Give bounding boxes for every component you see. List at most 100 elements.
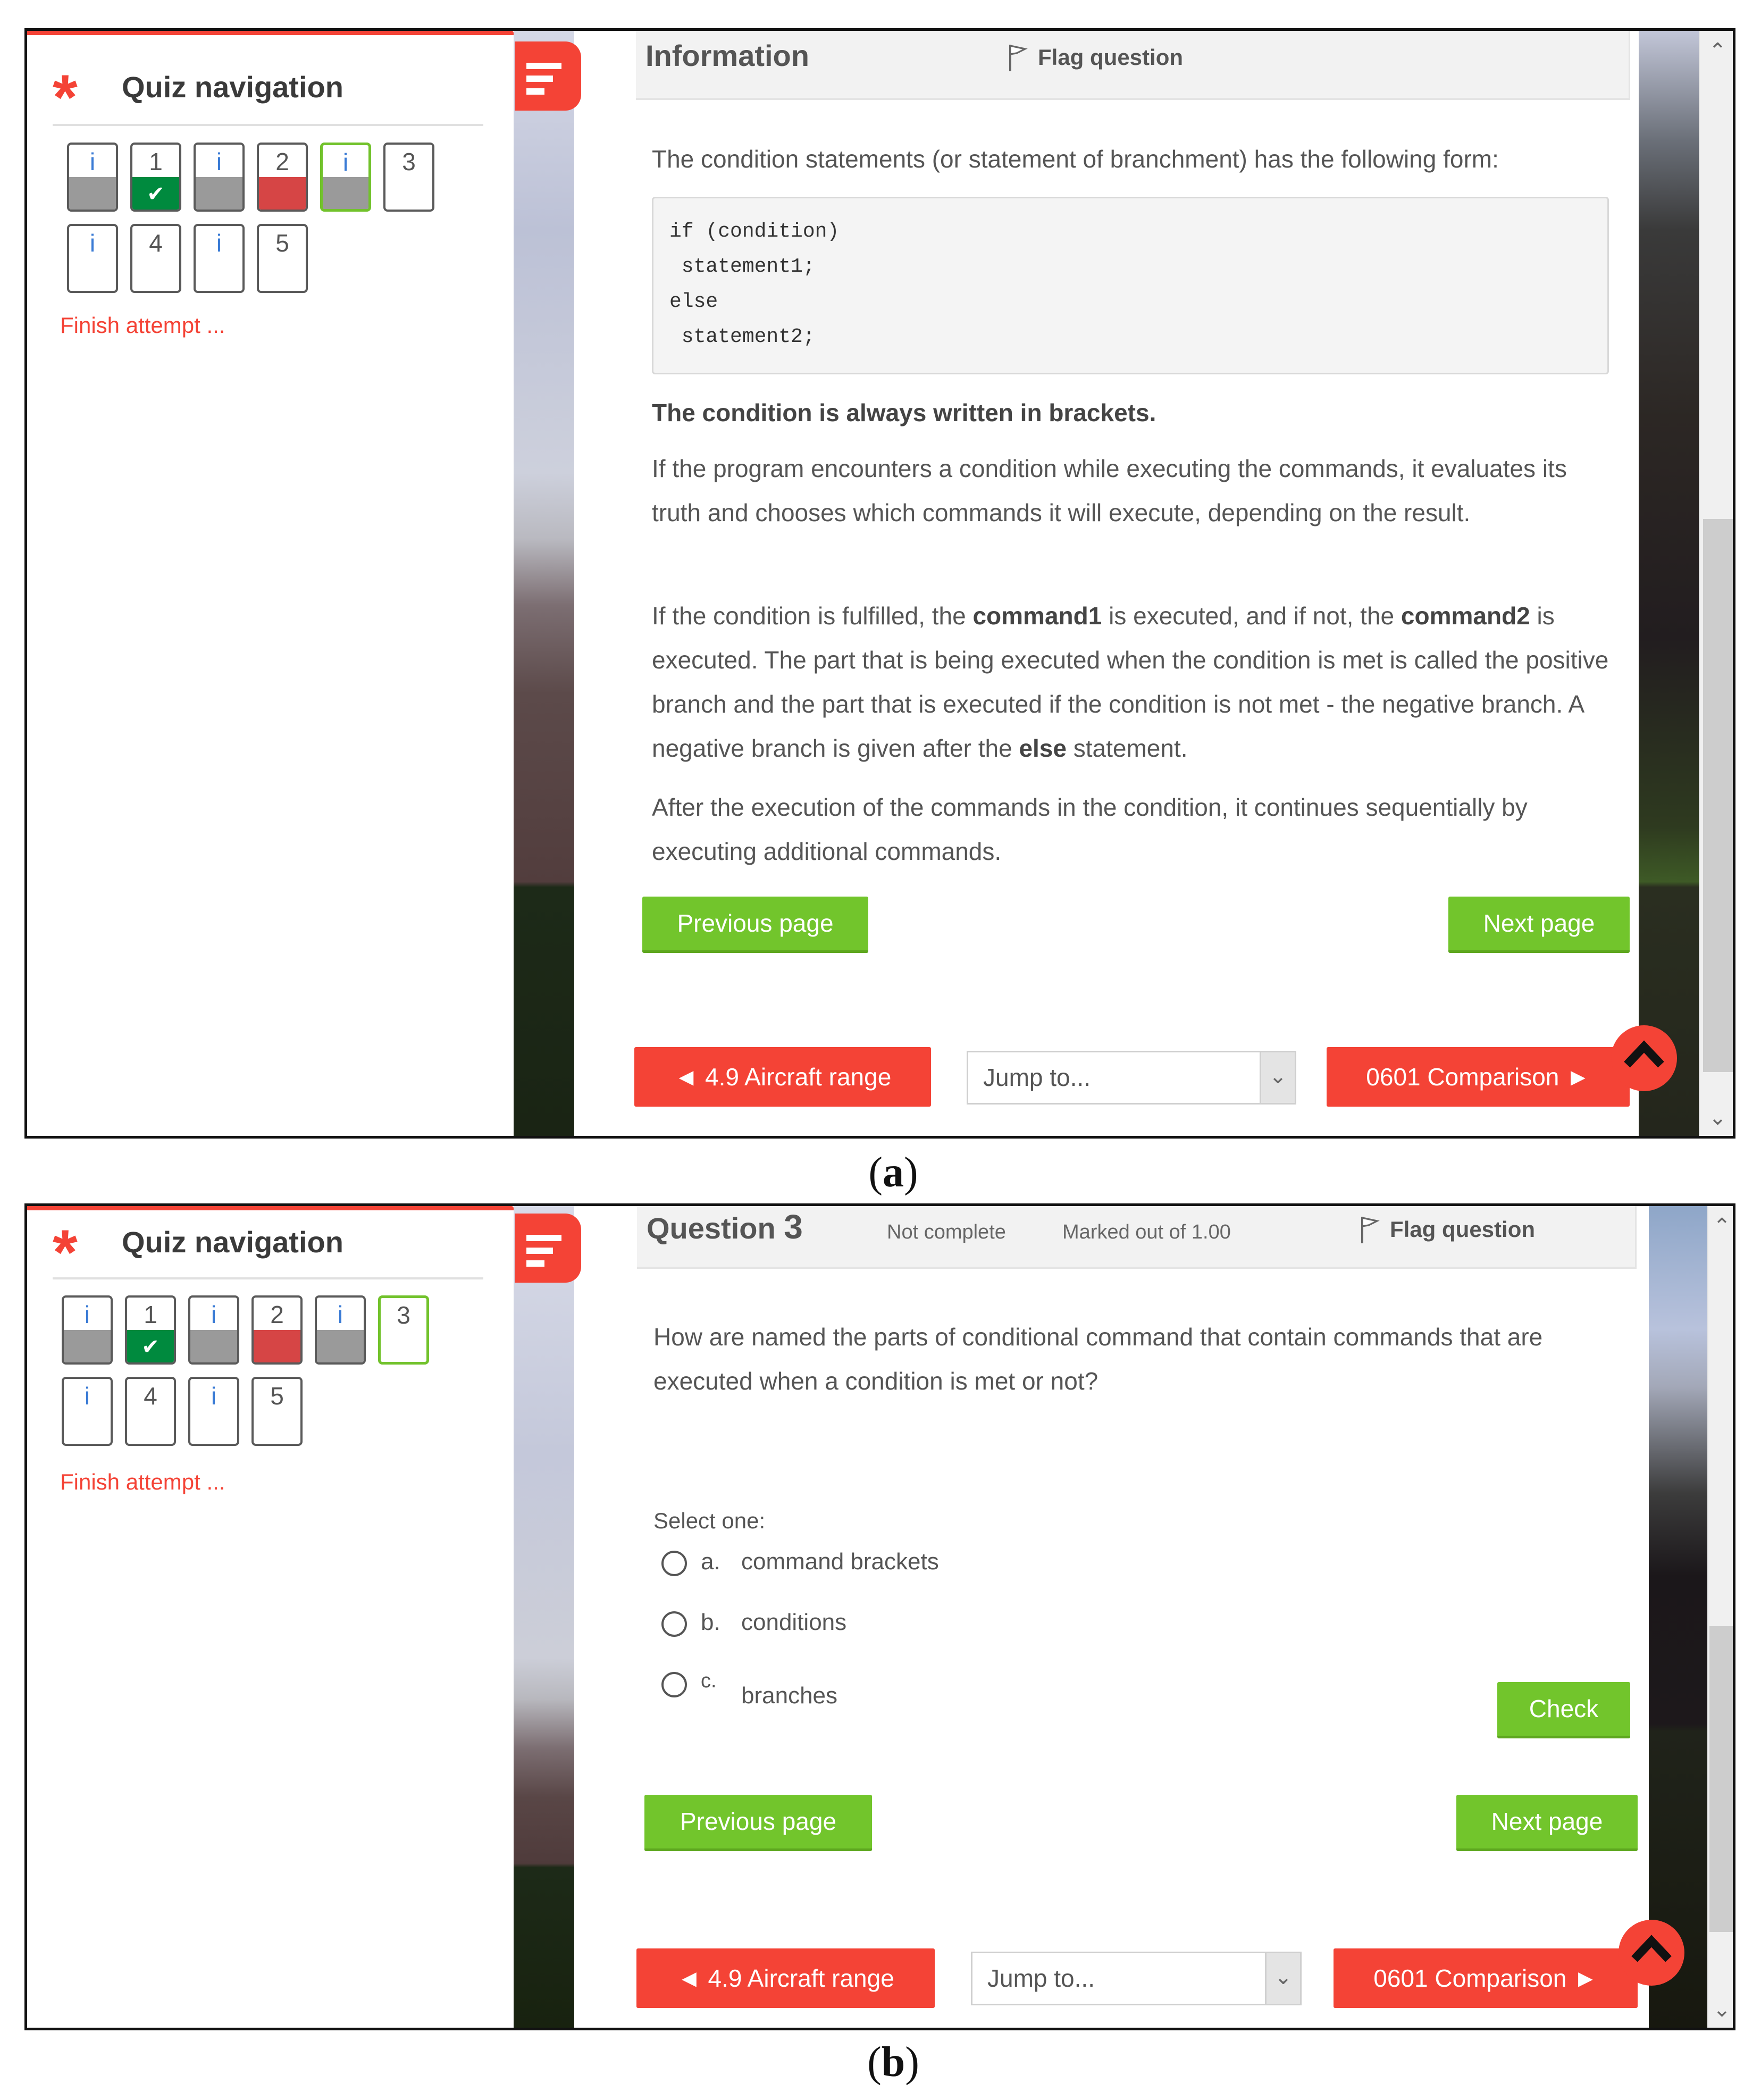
back-to-top-button[interactable] bbox=[1611, 1025, 1677, 1091]
menu-icon-line bbox=[526, 63, 561, 69]
quiz-navigation-header: * Quiz navigation bbox=[53, 1212, 343, 1284]
radio-button[interactable] bbox=[661, 1551, 687, 1576]
quiz-nav-info-item[interactable]: i bbox=[194, 143, 245, 212]
flag-question-button[interactable]: Flag question bbox=[1360, 1215, 1535, 1244]
radio-button[interactable] bbox=[661, 1611, 687, 1637]
sidebar-accent-bar bbox=[27, 31, 514, 35]
flag-question-label: Flag question bbox=[1390, 1217, 1535, 1242]
quiz-nav-label: i bbox=[211, 1382, 217, 1410]
menu-icon-line bbox=[526, 88, 544, 95]
text-run: statement. bbox=[1066, 734, 1188, 762]
paragraph-1: If the program encounters a condition wh… bbox=[652, 455, 1567, 526]
option-letter: a. bbox=[701, 1549, 720, 1575]
quiz-nav-status-fill bbox=[69, 177, 116, 210]
main-content: Information Flag question The condition … bbox=[599, 31, 1639, 1136]
quiz-nav-label: i bbox=[89, 148, 96, 175]
check-button[interactable]: Check bbox=[1497, 1682, 1630, 1738]
quiz-nav-label: i bbox=[342, 148, 349, 176]
next-activity-button[interactable]: 0601 Comparison ► bbox=[1334, 1948, 1638, 2008]
quiz-nav-question-item[interactable]: 4 bbox=[125, 1377, 176, 1446]
quiz-nav-question-item[interactable]: 4 bbox=[130, 224, 181, 293]
bold-term: command1 bbox=[972, 602, 1102, 630]
option-letter: c. bbox=[701, 1670, 717, 1692]
back-to-top-button[interactable] bbox=[1619, 1920, 1684, 1986]
quiz-nav-info-item[interactable]: i bbox=[62, 1377, 113, 1446]
next-page-button[interactable]: Next page bbox=[1456, 1795, 1638, 1851]
quiz-nav-question-item[interactable]: 2 bbox=[257, 143, 308, 212]
quiz-nav-info-item[interactable]: i bbox=[315, 1295, 366, 1365]
jump-to-select[interactable]: Jump to... ⌄ bbox=[971, 1952, 1302, 2005]
menu-icon-line bbox=[526, 76, 553, 82]
paragraph-3: After the execution of the commands in t… bbox=[652, 793, 1528, 865]
next-page-button[interactable]: Next page bbox=[1448, 897, 1630, 953]
jump-to-select[interactable]: Jump to... ⌄ bbox=[967, 1051, 1296, 1105]
flag-question-button[interactable]: Flag question bbox=[1008, 43, 1183, 72]
quiz-nav-info-item[interactable]: i bbox=[67, 224, 118, 293]
vertical-scrollbar[interactable]: ⌃ ⌄ bbox=[1699, 31, 1733, 1136]
quiz-nav-question-item[interactable]: 5 bbox=[257, 224, 308, 293]
scrollbar-thumb[interactable] bbox=[1703, 519, 1733, 1072]
flag-question-label: Flag question bbox=[1038, 45, 1183, 70]
quiz-nav-info-item[interactable]: i bbox=[194, 224, 245, 293]
quiz-nav-label: 4 bbox=[149, 229, 163, 257]
scroll-down-arrow-icon[interactable]: ⌄ bbox=[1700, 1102, 1733, 1134]
scroll-up-arrow-icon[interactable]: ⌃ bbox=[1700, 35, 1733, 67]
quiz-nav-label: i bbox=[211, 1301, 217, 1328]
quiz-nav-info-item[interactable]: i bbox=[62, 1295, 113, 1365]
checkmark-icon: ✔ bbox=[141, 1335, 160, 1359]
vertical-scrollbar[interactable]: ⌃ ⌄ bbox=[1707, 1206, 1733, 2028]
quiz-nav-question-item[interactable]: 1 ✔ bbox=[125, 1295, 176, 1365]
answer-option-a[interactable]: a. command brackets bbox=[661, 1549, 939, 1576]
option-text: branches bbox=[741, 1683, 838, 1709]
text-run: If the condition is fulfilled, the bbox=[652, 602, 973, 630]
finish-attempt-link[interactable]: Finish attempt ... bbox=[60, 313, 225, 338]
previous-page-button[interactable]: Previous page bbox=[644, 1795, 872, 1851]
quiz-nav-label: 5 bbox=[270, 1382, 284, 1410]
quiz-nav-status-fill bbox=[190, 1330, 237, 1362]
next-activity-button[interactable]: 0601 Comparison ► bbox=[1327, 1047, 1630, 1107]
drawer-toggle-button[interactable] bbox=[515, 41, 581, 111]
quiz-nav-info-item[interactable]: i bbox=[188, 1377, 239, 1446]
bold-term: command2 bbox=[1401, 602, 1530, 630]
previous-activity-button[interactable]: ◄ 4.9 Aircraft range bbox=[636, 1948, 935, 2008]
asterisk-icon: * bbox=[53, 62, 78, 133]
quiz-nav-status-fill bbox=[64, 1330, 111, 1362]
panel-caption-b: (b) bbox=[867, 2039, 919, 2086]
quiz-nav-question-item[interactable]: 5 bbox=[251, 1377, 303, 1446]
answer-option-b[interactable]: b. conditions bbox=[661, 1609, 846, 1637]
quiz-nav-info-item[interactable]: i bbox=[320, 143, 371, 212]
quiz-nav-label: i bbox=[216, 148, 222, 175]
asterisk-icon: * bbox=[53, 1217, 78, 1288]
chevron-up-icon bbox=[1631, 1935, 1672, 1962]
question-title: Question 3 bbox=[647, 1207, 803, 1246]
scroll-up-arrow-icon[interactable]: ⌃ bbox=[1708, 1210, 1733, 1242]
screenshot-panel-b: * Quiz navigation i 1 ✔ i 2 i 3 i 4 i 5 Finish att… bbox=[24, 1203, 1735, 2030]
quiz-nav-question-item[interactable]: 2 bbox=[251, 1295, 303, 1365]
question-label: Question bbox=[647, 1211, 784, 1245]
quiz-nav-status-fill bbox=[254, 1330, 300, 1362]
previous-page-button[interactable]: Previous page bbox=[642, 897, 868, 953]
quiz-navigation-title: Quiz navigation bbox=[122, 70, 343, 104]
quiz-nav-label: 3 bbox=[397, 1301, 410, 1329]
answer-option-c[interactable]: c. branches bbox=[661, 1670, 837, 1709]
drawer-toggle-button[interactable] bbox=[515, 1214, 581, 1283]
quiz-navigation-header: * Quiz navigation bbox=[53, 57, 343, 129]
quiz-nav-question-item[interactable]: 3 bbox=[383, 143, 434, 212]
previous-activity-button[interactable]: ◄ 4.9 Aircraft range bbox=[634, 1047, 931, 1107]
quiz-nav-status-fill bbox=[259, 177, 306, 210]
divider bbox=[53, 1277, 483, 1279]
radio-button[interactable] bbox=[661, 1672, 687, 1697]
quiz-nav-question-item[interactable]: 3 bbox=[378, 1295, 429, 1365]
quiz-nav-question-item[interactable]: 1 ✔ bbox=[130, 143, 181, 212]
scroll-down-arrow-icon[interactable]: ⌄ bbox=[1708, 1994, 1733, 2026]
background-image-strip bbox=[1649, 1206, 1707, 2028]
quiz-navigation-title: Quiz navigation bbox=[122, 1225, 343, 1259]
quiz-nav-info-item[interactable]: i bbox=[67, 143, 118, 212]
quiz-nav-label: 2 bbox=[270, 1301, 284, 1328]
finish-attempt-link[interactable]: Finish attempt ... bbox=[60, 1469, 225, 1495]
sidebar-accent-bar bbox=[27, 1206, 514, 1210]
scrollbar-thumb[interactable] bbox=[1709, 1626, 1733, 1932]
info-title: Information bbox=[645, 39, 809, 72]
quiz-nav-label: 3 bbox=[402, 148, 416, 175]
quiz-nav-info-item[interactable]: i bbox=[188, 1295, 239, 1365]
